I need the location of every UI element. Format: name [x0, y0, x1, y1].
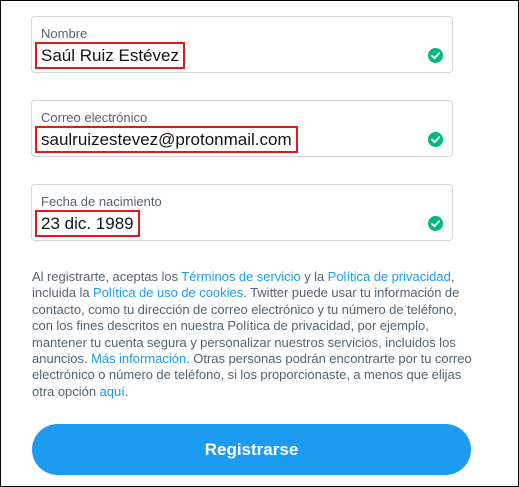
- terms-text: .: [124, 383, 129, 399]
- cookie-policy-link[interactable]: Política de uso de cookies: [93, 285, 243, 300]
- birthdate-value[interactable]: 23 dic. 1989: [35, 210, 140, 237]
- birthdate-field[interactable]: Fecha de nacimiento 23 dic. 1989: [31, 184, 453, 241]
- signup-form: Nombre Saúl Ruiz Estévez Correo electrón…: [0, 0, 519, 487]
- name-value[interactable]: Saúl Ruiz Estévez: [35, 42, 185, 69]
- terms-of-service-link[interactable]: Términos de servicio: [181, 269, 301, 284]
- email-value[interactable]: saulruizestevez@protonmail.com: [35, 126, 298, 153]
- more-info-link[interactable]: Más información: [91, 351, 186, 366]
- terms-text: y la: [300, 269, 328, 284]
- here-link[interactable]: aquí: [100, 384, 125, 399]
- register-button[interactable]: Registrarse: [32, 424, 471, 475]
- email-label: Correo electrónico: [41, 110, 148, 125]
- name-field[interactable]: Nombre Saúl Ruiz Estévez: [31, 16, 453, 73]
- terms-disclaimer: Al registrarte, aceptas los Términos de …: [32, 269, 477, 400]
- check-circle-icon: [428, 216, 443, 231]
- terms-text: Al registrarte, aceptas los: [32, 269, 182, 284]
- name-label: Nombre: [41, 26, 88, 41]
- check-circle-icon: [428, 132, 443, 147]
- email-field[interactable]: Correo electrónico saulruizestevez@proto…: [31, 100, 453, 157]
- birthdate-label: Fecha de nacimiento: [41, 194, 162, 209]
- check-circle-icon: [428, 48, 443, 63]
- privacy-policy-link[interactable]: Política de privacidad: [328, 269, 451, 284]
